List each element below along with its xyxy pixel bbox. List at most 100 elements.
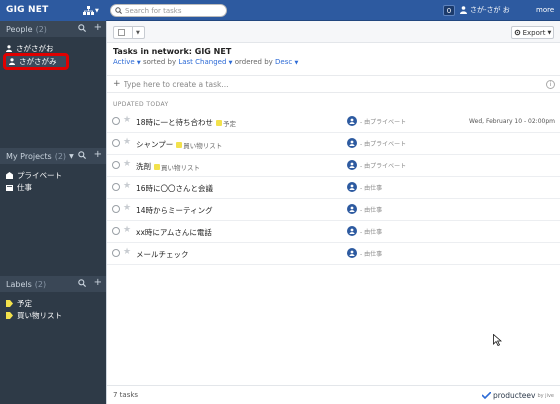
task-label[interactable]: 予定 [216, 118, 236, 128]
notifications-badge[interactable]: 0 [443, 5, 455, 16]
project-icon [6, 185, 13, 191]
projects-count: (2) [54, 151, 67, 161]
sidebar-project-2[interactable]: 仕事 [6, 182, 32, 193]
label-name: 予定 [17, 299, 32, 308]
search-box[interactable] [110, 4, 227, 17]
task-complete-checkbox[interactable] [112, 117, 120, 125]
sidebar: People (2) + さがさがお さがさがみ My Projects (2)… [0, 21, 106, 404]
task-title[interactable]: シャンプー 買い物リスト [136, 139, 222, 150]
search-icon[interactable] [77, 24, 86, 32]
sidebar-project-1[interactable]: プライベート [6, 170, 62, 181]
status-filter[interactable]: Active [113, 58, 135, 66]
task-row[interactable]: ★ 18時に一と待ち合わせ 予定 - 由プライベート Wed, February 10 … [107, 111, 560, 133]
task-assignee[interactable]: - 由仕事 [347, 182, 382, 192]
task-row[interactable]: ★ 洗剤 買い物リスト - 由プライベート [107, 155, 560, 177]
task-complete-checkbox[interactable] [112, 249, 120, 257]
task-complete-checkbox[interactable] [112, 183, 120, 191]
star-icon[interactable]: ★ [123, 225, 131, 235]
star-icon[interactable]: ★ [123, 137, 131, 147]
section-label: UPDATED TODAY [113, 101, 169, 108]
task-assignee[interactable]: - 由プライベート [347, 160, 406, 170]
task-row[interactable]: ★ メールチェック - 由仕事 [107, 243, 560, 265]
tag-icon [216, 119, 223, 126]
sidebar-label-1[interactable]: 予定 [6, 298, 32, 309]
sort-field-filter[interactable]: Last Changed [178, 58, 226, 66]
label-name: 買い物リスト [17, 311, 62, 320]
task-assignee[interactable]: - 由仕事 [347, 226, 382, 236]
star-icon[interactable]: ★ [123, 115, 131, 125]
task-title[interactable]: 16時に〇〇さんと会議 [136, 183, 213, 194]
labels-section-header[interactable]: Labels (2) + [0, 276, 106, 292]
task-complete-checkbox[interactable] [112, 205, 120, 213]
task-title-text: 洗剤 [136, 162, 151, 171]
task-title[interactable]: 洗剤 買い物リスト [136, 161, 200, 172]
star-icon[interactable]: ★ [123, 159, 131, 169]
info-icon[interactable]: i [546, 80, 555, 89]
chevron-down-icon[interactable]: ▼ [294, 60, 298, 66]
tag-icon [6, 300, 13, 307]
people-title: People [6, 24, 33, 34]
task-row[interactable]: ★ 14時からミーティング - 由仕事 [107, 199, 560, 221]
create-task-input[interactable] [123, 79, 544, 89]
chevron-down-icon[interactable]: ▼ [137, 60, 141, 66]
user-menu[interactable]: さが-さが お [460, 5, 510, 15]
chevron-down-icon[interactable]: ▼ [136, 30, 140, 36]
task-project: - 由プライベート [360, 140, 407, 148]
task-row[interactable]: ★ 16時に〇〇さんと会議 - 由仕事 [107, 177, 560, 199]
page-title: Tasks in network: GIG NET [113, 47, 232, 56]
chevron-down-icon[interactable]: ▼ [229, 60, 233, 66]
footer: 7 tasks producteev by jive [107, 385, 560, 404]
star-icon[interactable]: ★ [123, 247, 131, 257]
task-title[interactable]: 18時に一と待ち合わせ 予定 [136, 117, 236, 128]
more-link[interactable]: more [536, 6, 554, 14]
user-name: さが-さが お [470, 6, 510, 14]
task-project: - 由仕事 [360, 184, 383, 192]
task-assignee[interactable]: - 由プライベート [347, 116, 406, 126]
task-assignee[interactable]: - 由仕事 [347, 248, 382, 258]
task-complete-checkbox[interactable] [112, 139, 120, 147]
add-label-icon[interactable]: + [94, 278, 102, 288]
sidebar-person-2[interactable]: さがさがみ [3, 53, 69, 70]
task-due-date[interactable]: Wed, February 10 - 02:00pm [469, 118, 555, 125]
task-title[interactable]: 14時からミーティング [136, 205, 213, 216]
task-complete-checkbox[interactable] [112, 161, 120, 169]
task-label[interactable]: 買い物リスト [176, 140, 222, 150]
task-row[interactable]: ★ シャンプー 買い物リスト - 由プライベート [107, 133, 560, 155]
create-task-bar[interactable]: + i [107, 75, 560, 93]
user-icon [460, 6, 467, 14]
task-assignee[interactable]: - 由仕事 [347, 204, 382, 214]
brand-name: producteev [492, 391, 536, 400]
export-button[interactable]: Export ▼ [511, 26, 554, 39]
task-title-text: xx時にアムさんに電話 [136, 228, 212, 237]
task-complete-checkbox[interactable] [112, 227, 120, 235]
task-toolbar: ▼ Export ▼ [107, 21, 560, 43]
sidebar-label-2[interactable]: 買い物リスト [6, 310, 62, 321]
select-all-dropdown[interactable]: ▼ [113, 26, 145, 39]
star-icon[interactable]: ★ [123, 181, 131, 191]
labels-title: Labels [6, 279, 32, 289]
avatar-icon [347, 116, 357, 126]
task-title[interactable]: xx時にアムさんに電話 [136, 227, 212, 238]
people-section-header[interactable]: People (2) + [0, 21, 106, 37]
search-icon[interactable] [77, 279, 86, 287]
add-person-icon[interactable]: + [94, 23, 102, 33]
task-label[interactable]: 買い物リスト [154, 162, 200, 172]
search-icon[interactable] [77, 151, 86, 159]
star-icon[interactable]: ★ [123, 203, 131, 213]
tag-icon [176, 141, 183, 148]
add-project-icon[interactable]: + [94, 150, 102, 160]
network-name[interactable]: GIG NET [6, 5, 48, 15]
people-count: (2) [35, 24, 47, 34]
task-label-text: 予定 [223, 119, 237, 128]
task-label-text: 買い物リスト [183, 141, 223, 150]
select-all-checkbox[interactable] [118, 29, 125, 36]
sort-order-filter[interactable]: Desc [275, 58, 292, 66]
task-row[interactable]: ★ xx時にアムさんに電話 - 由仕事 [107, 221, 560, 243]
projects-section-header[interactable]: My Projects (2) ▼ + [0, 148, 106, 164]
network-switcher-icon[interactable]: ▼ [83, 4, 103, 17]
search-input[interactable] [125, 6, 225, 15]
task-title[interactable]: メールチェック [136, 249, 189, 260]
task-assignee[interactable]: - 由プライベート [347, 138, 406, 148]
chevron-down-icon[interactable]: ▼ [69, 153, 74, 160]
task-title-text: 16時に〇〇さんと会議 [136, 184, 214, 193]
